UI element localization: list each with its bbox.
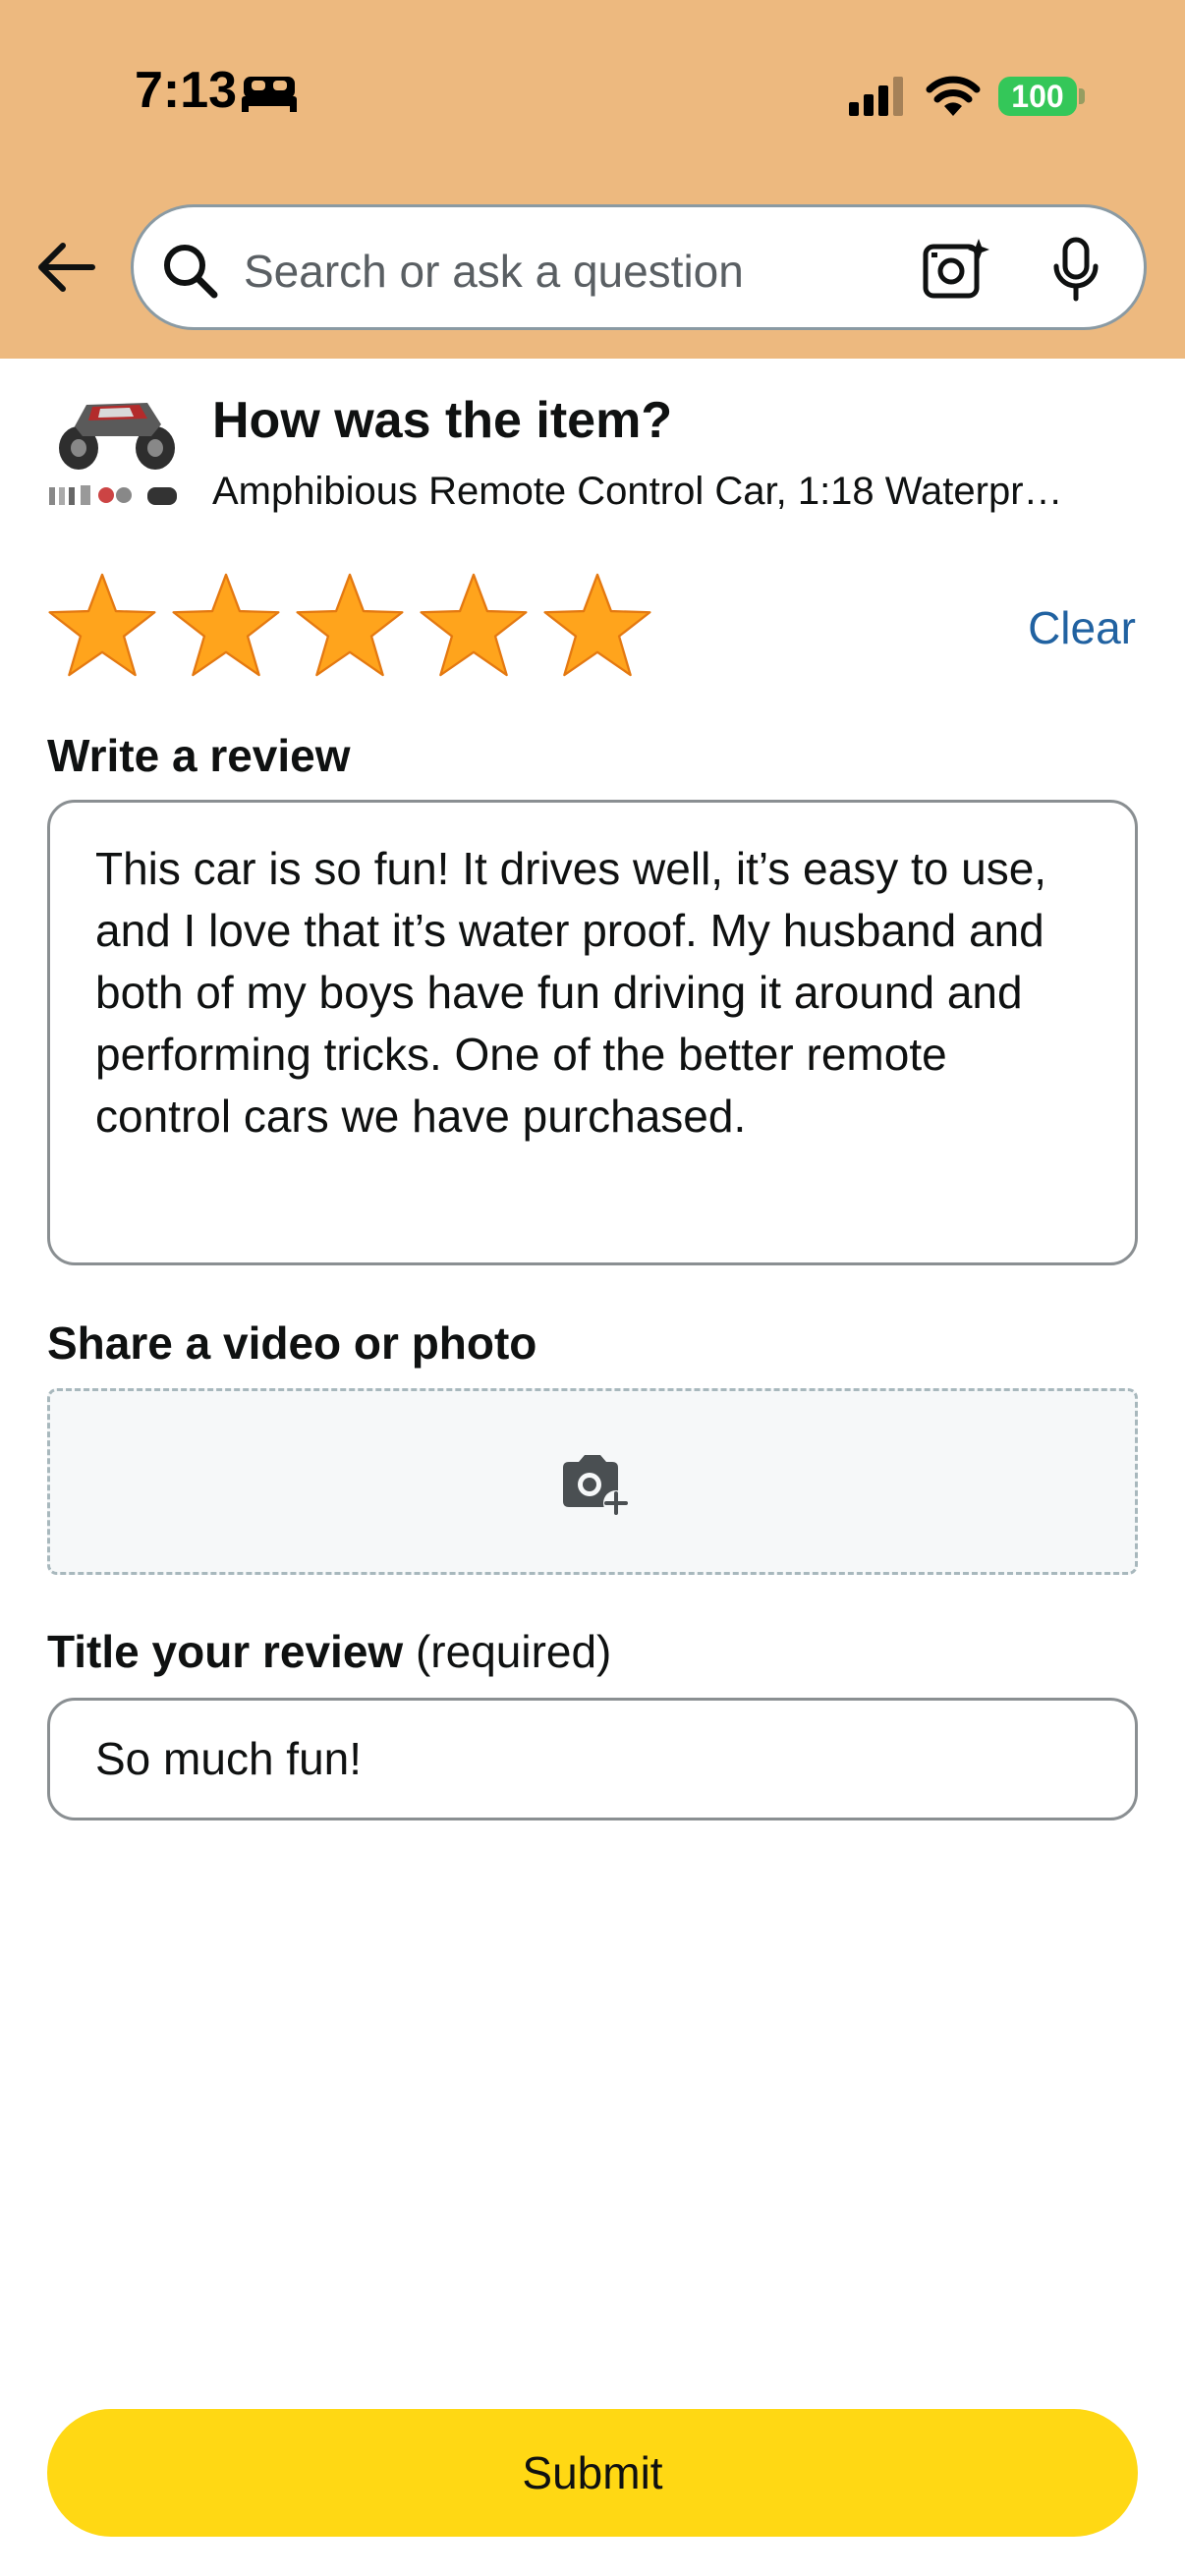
battery-indicator: 100 bbox=[998, 77, 1077, 116]
cellular-signal-icon bbox=[849, 77, 903, 116]
app-header: 7:13 100 Search or ask a question bbox=[0, 0, 1185, 359]
share-media-label: Share a video or photo bbox=[47, 1317, 537, 1369]
title-review-label: Title your review (required) bbox=[47, 1625, 611, 1678]
star-icon-1[interactable] bbox=[45, 570, 159, 680]
star-rating[interactable] bbox=[45, 570, 654, 680]
add-photo-icon bbox=[563, 1455, 629, 1516]
review-question: How was the item? bbox=[212, 392, 673, 449]
star-icon-4[interactable] bbox=[417, 570, 531, 680]
wifi-icon bbox=[926, 76, 981, 116]
add-media-dropzone[interactable] bbox=[47, 1388, 1138, 1575]
title-review-label-text: Title your review bbox=[47, 1626, 404, 1677]
star-icon-2[interactable] bbox=[169, 570, 283, 680]
review-title-input[interactable]: So much fun! bbox=[47, 1698, 1138, 1820]
star-icon-3[interactable] bbox=[293, 570, 407, 680]
submit-button[interactable]: Submit bbox=[47, 2409, 1138, 2537]
status-time: 7:13 bbox=[135, 62, 238, 119]
product-name: Amphibious Remote Control Car, 1:18 Wate… bbox=[212, 470, 1063, 513]
product-thumbnail bbox=[45, 391, 189, 517]
review-text-field[interactable]: This car is so fun! It drives well, it’s… bbox=[47, 800, 1138, 1265]
star-icon-5[interactable] bbox=[540, 570, 654, 680]
clear-rating-link[interactable]: Clear bbox=[1028, 601, 1136, 654]
sleep-focus-icon bbox=[242, 77, 297, 112]
search-icon bbox=[164, 245, 218, 299]
search-bar[interactable]: Search or ask a question bbox=[131, 204, 1147, 330]
write-review-label: Write a review bbox=[47, 730, 351, 781]
camera-search-icon[interactable] bbox=[922, 237, 990, 300]
search-input[interactable]: Search or ask a question bbox=[244, 245, 744, 298]
microphone-icon[interactable] bbox=[1051, 237, 1100, 302]
required-note: (required) bbox=[415, 1626, 612, 1677]
battery-cap bbox=[1079, 88, 1085, 104]
back-arrow-icon[interactable] bbox=[35, 241, 96, 294]
